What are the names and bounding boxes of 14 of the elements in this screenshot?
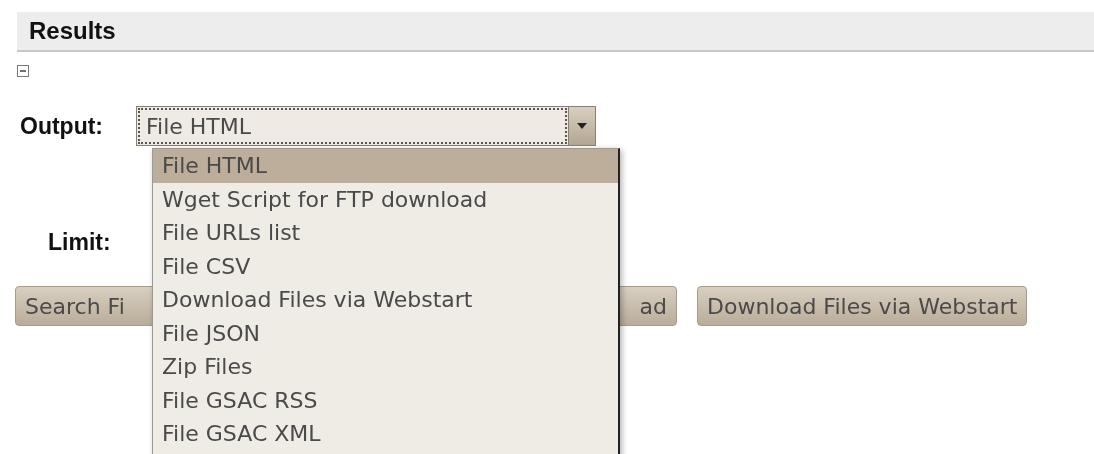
dropdown-arrow-icon	[577, 123, 587, 129]
output-label: Output:	[20, 112, 103, 140]
dropdown-option[interactable]: File GSAC XML	[153, 417, 618, 451]
dropdown-option[interactable]: File HTML	[153, 149, 618, 183]
dropdown-option[interactable]: File URLs list	[153, 216, 618, 250]
limit-label: Limit:	[48, 229, 111, 256]
dropdown-option[interactable]: File GSAC RSS	[153, 383, 618, 417]
collapse-icon[interactable]	[17, 65, 29, 77]
section-title: Results	[29, 17, 116, 45]
webstart-button[interactable]: Download Files via Webstart	[697, 286, 1028, 326]
output-select[interactable]: File HTML	[136, 106, 596, 146]
dropdown-option[interactable]: Zip Files	[153, 350, 618, 384]
dropdown-option[interactable]: Wget Script for FTP download	[153, 182, 618, 216]
dropdown-option[interactable]: File CSV	[153, 249, 618, 283]
